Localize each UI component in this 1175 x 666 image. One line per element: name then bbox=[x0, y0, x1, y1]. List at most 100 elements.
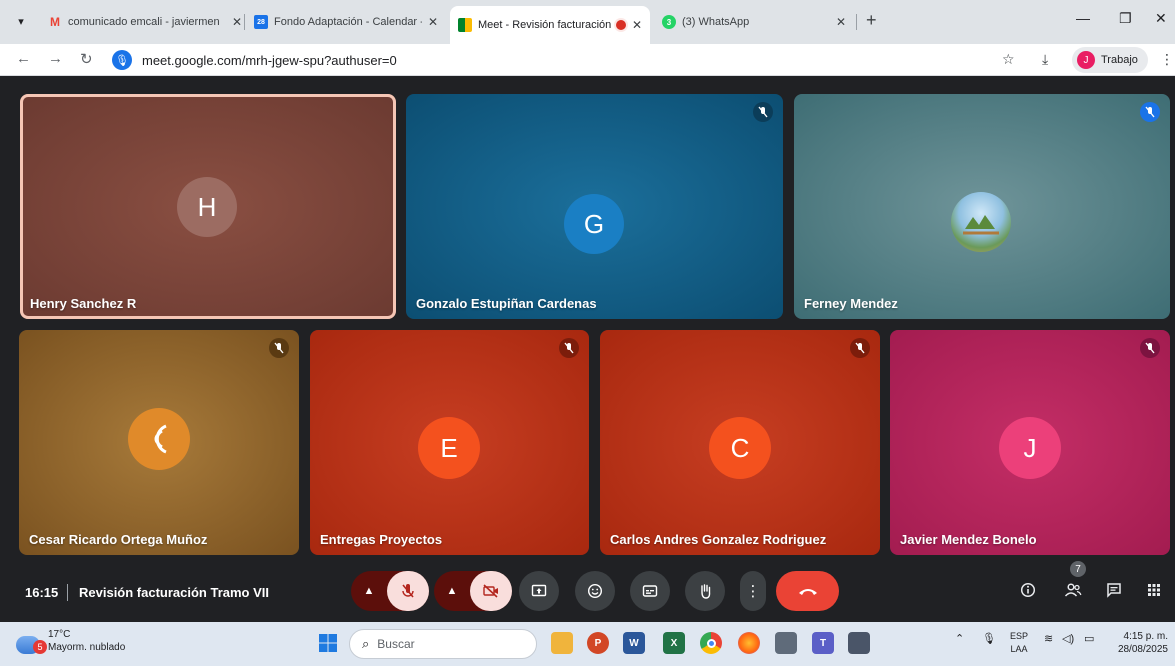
address-bar: ← → ↻ 🎙 meet.google.com/mrh-jgew-spu?aut… bbox=[0, 44, 1175, 76]
show-hidden-icons-chevron-icon[interactable]: ⌃ bbox=[955, 632, 964, 645]
chat-button[interactable] bbox=[1101, 577, 1127, 603]
window-close-icon[interactable]: ✕ bbox=[1155, 10, 1167, 27]
windows-start-icon[interactable] bbox=[317, 632, 339, 654]
app-icon[interactable] bbox=[775, 632, 797, 654]
taskbar-search[interactable]: ⌕ Buscar bbox=[349, 629, 537, 659]
meet-icon bbox=[458, 18, 472, 32]
participant-tile[interactable]: G Gonzalo Estupiñan Cardenas bbox=[406, 94, 783, 319]
calculator-icon[interactable] bbox=[848, 632, 870, 654]
teams-icon[interactable]: T bbox=[812, 632, 834, 654]
participant-avatar: G bbox=[564, 194, 624, 254]
microphone-tray-icon[interactable]: 🎙 bbox=[982, 632, 996, 645]
mic-muted-icon bbox=[850, 338, 870, 358]
forward-arrow-icon[interactable]: → bbox=[48, 50, 63, 67]
divider bbox=[67, 584, 68, 601]
captions-icon bbox=[642, 585, 658, 597]
emoji-icon bbox=[587, 583, 603, 599]
language-indicator[interactable]: ESP LAA bbox=[1010, 630, 1028, 656]
participant-name: Javier Mendez Bonelo bbox=[900, 532, 1037, 547]
participant-name: Cesar Ricardo Ortega Muñoz bbox=[29, 532, 208, 547]
search-placeholder: Buscar bbox=[377, 637, 415, 651]
tab-divider bbox=[856, 14, 857, 30]
mic-muted-icon bbox=[753, 102, 773, 122]
calendar-icon: 28 bbox=[254, 15, 268, 29]
camera-off-icon bbox=[483, 584, 498, 598]
mic-muted-icon bbox=[1140, 338, 1160, 358]
participant-tile[interactable]: Cesar Ricardo Ortega Muñoz bbox=[19, 330, 299, 555]
omnibox[interactable]: 🎙 meet.google.com/mrh-jgew-spu?authuser=… bbox=[110, 48, 990, 72]
participant-tile[interactable]: E Entregas Proyectos bbox=[310, 330, 589, 555]
mic-off-icon bbox=[402, 584, 414, 598]
close-icon[interactable]: ✕ bbox=[428, 15, 438, 29]
participant-tile[interactable]: Ferney Mendez bbox=[794, 94, 1170, 319]
tab-whatsapp[interactable]: 3 (3) WhatsApp ✕ bbox=[654, 8, 854, 36]
tab-calendar[interactable]: 28 Fondo Adaptación - Calendar - ✕ bbox=[246, 8, 446, 36]
participant-logo bbox=[128, 408, 190, 470]
mic-options-chevron-icon[interactable]: ▲ bbox=[359, 581, 379, 601]
participant-name: Gonzalo Estupiñan Cardenas bbox=[416, 296, 597, 311]
people-count-badge: 7 bbox=[1070, 561, 1086, 577]
volume-icon[interactable]: ◁) bbox=[1062, 632, 1074, 645]
firefox-icon[interactable] bbox=[738, 632, 760, 654]
tab-title: (3) WhatsApp bbox=[682, 16, 750, 28]
participant-tile[interactable]: H Henry Sanchez R bbox=[20, 94, 396, 319]
tab-gmail[interactable]: M comunicado emcali - javiermen ✕ bbox=[40, 8, 250, 36]
language-code: ESP bbox=[1010, 631, 1029, 641]
avatar: J bbox=[1077, 51, 1095, 69]
clock-time: 4:15 p. m. bbox=[1123, 631, 1168, 642]
powerpoint-icon[interactable]: P bbox=[587, 632, 609, 654]
close-icon[interactable]: ✕ bbox=[836, 15, 846, 29]
leave-call-button[interactable] bbox=[776, 571, 839, 611]
camera-control-group: ▲ bbox=[434, 571, 512, 611]
chrome-icon[interactable] bbox=[700, 632, 722, 654]
file-explorer-icon[interactable] bbox=[551, 632, 573, 654]
tab-meet[interactable]: Meet - Revisión facturación ✕ bbox=[450, 6, 650, 44]
present-screen-icon bbox=[531, 584, 547, 597]
weather-badge: 5 bbox=[33, 640, 47, 654]
restore-icon[interactable]: ❐ bbox=[1119, 10, 1132, 27]
info-icon bbox=[1020, 582, 1036, 598]
participant-tile[interactable]: C Carlos Andres Gonzalez Rodriguez bbox=[600, 330, 880, 555]
meeting-clock: 16:15 bbox=[25, 585, 59, 600]
captions-button[interactable] bbox=[630, 571, 670, 611]
reload-icon[interactable]: ↻ bbox=[80, 50, 93, 68]
minimize-icon[interactable]: — bbox=[1076, 10, 1090, 26]
weather-widget[interactable]: 5 17°C Mayorm. nublado bbox=[16, 628, 125, 654]
participant-tile[interactable]: J Javier Mendez Bonelo bbox=[890, 330, 1170, 555]
activities-button[interactable] bbox=[1141, 577, 1167, 603]
meet-control-bar: 16:15 Revisión facturación Tramo VII ▲ ▲… bbox=[0, 561, 1175, 620]
battery-icon[interactable]: ▭ bbox=[1084, 632, 1094, 645]
meeting-details-button[interactable] bbox=[1015, 577, 1041, 603]
camera-toggle-button[interactable] bbox=[470, 571, 512, 611]
weather-description: Mayorm. nublado bbox=[48, 642, 126, 653]
mic-muted-icon bbox=[269, 338, 289, 358]
camera-options-chevron-icon[interactable]: ▲ bbox=[442, 581, 462, 601]
tab-search-chevron-icon[interactable]: ▾ bbox=[10, 10, 32, 32]
apps-grid-icon bbox=[1148, 584, 1160, 596]
wifi-icon[interactable]: ≋ bbox=[1044, 632, 1053, 645]
excel-icon[interactable]: X bbox=[663, 632, 685, 654]
temperature: 17°C bbox=[48, 629, 71, 640]
raise-hand-button[interactable] bbox=[685, 571, 725, 611]
url-text[interactable]: meet.google.com/mrh-jgew-spu?authuser=0 bbox=[142, 53, 397, 68]
word-icon[interactable]: W bbox=[623, 632, 645, 654]
people-button[interactable] bbox=[1060, 577, 1086, 603]
close-icon[interactable]: ✕ bbox=[232, 15, 242, 29]
mic-toggle-button[interactable] bbox=[387, 571, 429, 611]
reactions-button[interactable] bbox=[575, 571, 615, 611]
tab-divider bbox=[244, 14, 245, 30]
taskbar-clock[interactable]: 4:15 p. m. 28/08/2025 bbox=[1110, 630, 1168, 656]
close-icon[interactable]: ✕ bbox=[632, 18, 642, 32]
browser-tab-strip: ▾ M comunicado emcali - javiermen ✕ 28 F… bbox=[0, 0, 1175, 44]
present-screen-button[interactable] bbox=[519, 571, 559, 611]
bookmark-star-icon[interactable]: ☆ bbox=[1002, 51, 1015, 68]
download-icon[interactable]: ⤓ bbox=[1042, 51, 1048, 68]
profile-chip[interactable]: J Trabajo bbox=[1072, 47, 1148, 73]
participant-avatar: E bbox=[418, 417, 480, 479]
back-arrow-icon[interactable]: ← bbox=[16, 50, 31, 67]
browser-menu-icon[interactable]: ⋮ bbox=[1160, 51, 1174, 68]
microphone-permission-icon[interactable]: 🎙 bbox=[112, 50, 132, 70]
more-options-button[interactable]: ⋮ bbox=[740, 571, 766, 611]
new-tab-button[interactable]: + bbox=[866, 10, 877, 31]
participant-photo bbox=[951, 192, 1011, 252]
